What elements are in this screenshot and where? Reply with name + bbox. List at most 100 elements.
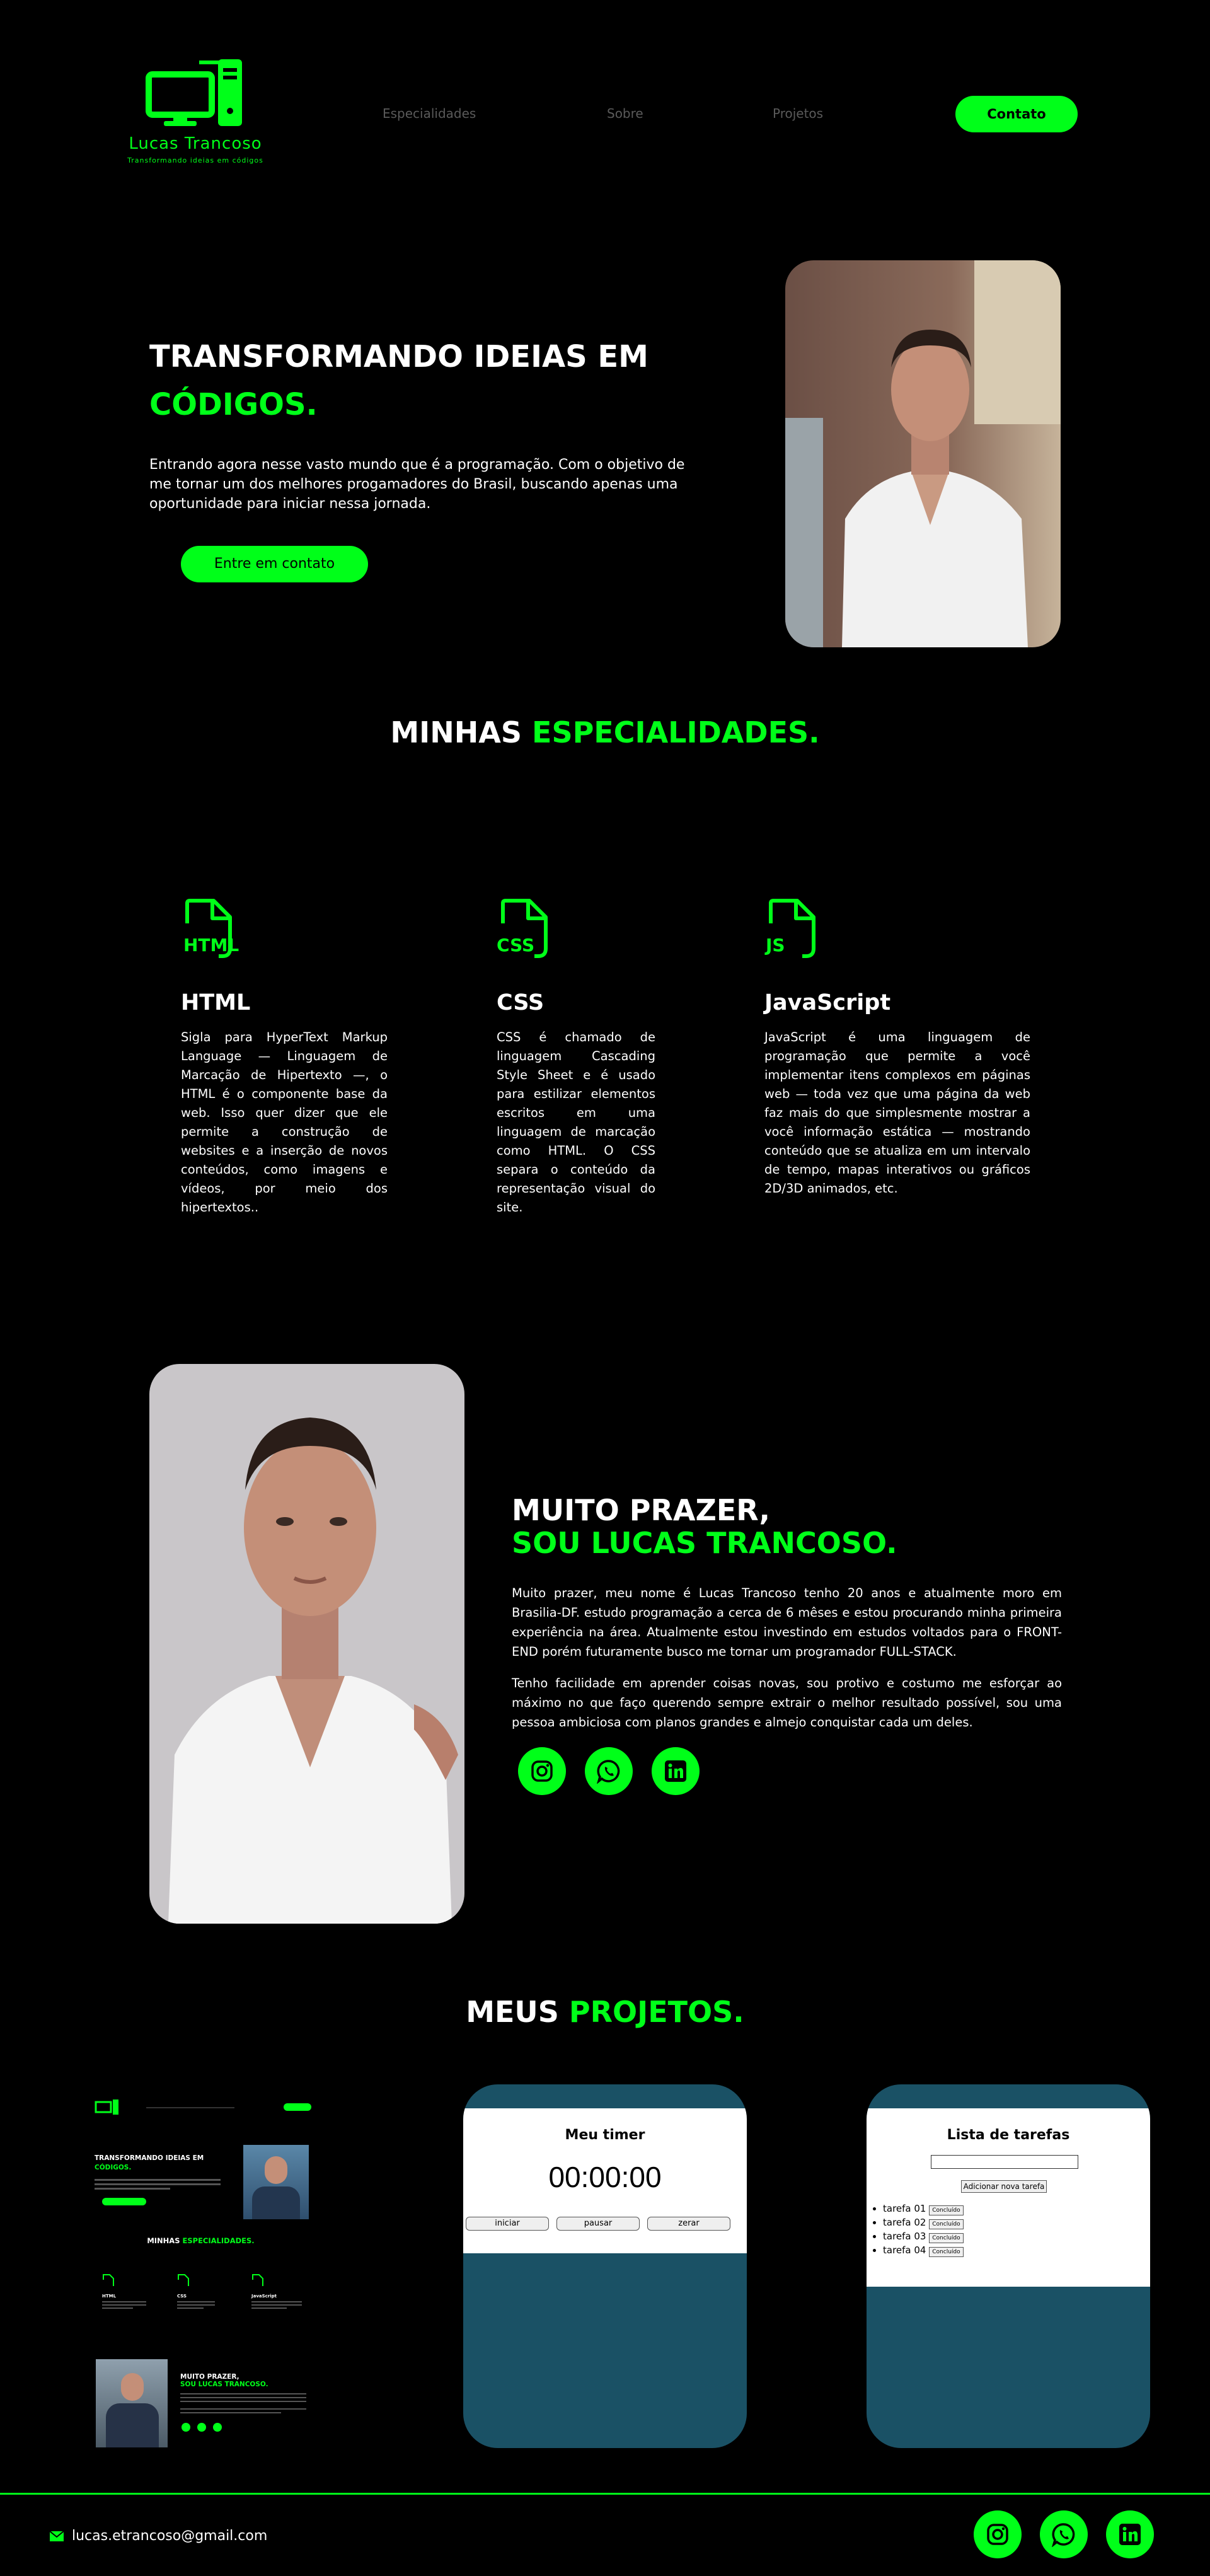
- todo-item: tarefa 01 Concluído: [883, 2202, 964, 2215]
- todo-item: tarefa 04 Concluído: [883, 2243, 964, 2257]
- mini-spec-name: JavaScript: [251, 2294, 277, 2299]
- mini-spec-name: HTML: [102, 2294, 117, 2299]
- mini-logo-icon: [95, 2099, 118, 2115]
- hero-text: Entrando agora nesse vasto mundo que é a…: [149, 457, 685, 512]
- logo[interactable]: Lucas Trancoso Transformando ideias em c…: [120, 55, 271, 169]
- todo-item-label: tarefa 01: [883, 2203, 926, 2214]
- mini-about-line2: SOU LUCAS TRANCOSO.: [180, 2381, 268, 2388]
- mini-hero-line2: CÓDIGOS.: [95, 2164, 132, 2171]
- mini-about-photo: [96, 2359, 168, 2447]
- footer-instagram-button[interactable]: [974, 2510, 1022, 2558]
- whatsapp-icon: [1052, 2523, 1075, 2547]
- hero-title: TRANSFORMANDO IDEIAS EM CÓDIGOS.: [149, 333, 648, 429]
- hero-photo: [785, 260, 1061, 647]
- about-title-line1: MUITO PRAZER,: [512, 1493, 771, 1527]
- mini-spec-title: MINHAS ESPECIALIDADES.: [83, 2236, 318, 2245]
- todo-done-button[interactable]: Concluído: [929, 2205, 964, 2215]
- spec-name: CSS: [497, 990, 544, 1015]
- timer-reset-button[interactable]: zerar: [647, 2217, 730, 2231]
- todo-item-label: tarefa 02: [883, 2217, 926, 2228]
- mini-hero-text: [95, 2179, 221, 2190]
- footer-email-text[interactable]: lucas.etrancoso@gmail.com: [72, 2528, 267, 2544]
- contact-button[interactable]: Contato: [955, 96, 1078, 132]
- timer-title: Meu timer: [565, 2127, 645, 2143]
- mini-hero-title: TRANSFORMANDO IDEIAS EM CÓDIGOS.: [95, 2154, 204, 2173]
- spec-text: Sigla para HyperText Markup Language — L…: [181, 1030, 388, 1215]
- nav-projetos[interactable]: Projetos: [773, 106, 823, 121]
- mini-contact-button: [284, 2103, 311, 2111]
- projects-title-white: MEUS: [466, 1995, 559, 2029]
- mini-file-icon: [252, 2274, 263, 2286]
- hero-title-line1: TRANSFORMANDO IDEIAS EM: [149, 339, 648, 374]
- mini-about-title: MUITO PRAZER, SOU LUCAS TRANCOSO.: [180, 2373, 268, 2388]
- footer-email[interactable]: lucas.etrancoso@gmail.com: [49, 2528, 267, 2544]
- mini-spec-css: CSS: [177, 2273, 215, 2309]
- spec-icon-label: HTML: [183, 935, 239, 956]
- footer-divider: [0, 2493, 1210, 2495]
- about-paragraph-2: Tenho facilidade em aprender coisas nova…: [512, 1676, 1062, 1730]
- spec-name: JavaScript: [764, 990, 891, 1015]
- whatsapp-button[interactable]: [585, 1747, 633, 1795]
- projects-title-green: PROJETOS.: [568, 1995, 744, 2029]
- mail-icon: [49, 2531, 64, 2541]
- spec-text: JavaScript é uma linguagem de programaçã…: [764, 1030, 1030, 1196]
- footer-whatsapp-button[interactable]: [1040, 2510, 1088, 2558]
- about-title-line2: SOU LUCAS TRANCOSO.: [512, 1526, 897, 1560]
- mini-about-line1: MUITO PRAZER,: [180, 2373, 239, 2381]
- logo-tagline: Transformando ideias em códigos: [127, 156, 263, 165]
- timer-screen: Meu timer 00:00:00 iniciar pausar zerar: [463, 2108, 747, 2253]
- spec-text: CSS é chamado de linguagem Cascading Sty…: [497, 1030, 655, 1215]
- todo-done-button[interactable]: Concluído: [929, 2219, 964, 2229]
- site-header: Lucas Trancoso Transformando ideias em c…: [0, 0, 1210, 202]
- mini-file-icon: [103, 2274, 114, 2286]
- specialty-css: CSS CSS CSS é chamado de linguagem Casca…: [497, 898, 655, 1217]
- about-photo: [149, 1364, 464, 1924]
- todo-item: tarefa 02 Concluído: [883, 2215, 964, 2229]
- timer-display: 00:00:00: [548, 2161, 662, 2193]
- todo-item: tarefa 03 Concluído: [883, 2229, 964, 2243]
- nav-especialidades[interactable]: Especialidades: [383, 106, 476, 121]
- linkedin-icon: [665, 1760, 686, 1782]
- todo-done-button[interactable]: Concluído: [929, 2247, 964, 2257]
- mini-spec-name: CSS: [177, 2294, 187, 2299]
- todo-item-label: tarefa 03: [883, 2231, 926, 2242]
- monitor-icon: [146, 59, 242, 126]
- instagram-button[interactable]: [518, 1747, 566, 1795]
- specialty-javascript: JS JavaScript JavaScript é uma linguagem…: [764, 898, 1030, 1198]
- todo-done-button[interactable]: Concluído: [929, 2233, 964, 2243]
- todo-list: tarefa 01 Concluído tarefa 02 Concluído …: [883, 2202, 964, 2257]
- project-timer[interactable]: Meu timer 00:00:00 iniciar pausar zerar: [463, 2084, 747, 2448]
- footer-linkedin-button[interactable]: [1106, 2510, 1154, 2558]
- linkedin-button[interactable]: [652, 1747, 700, 1795]
- projects-title: MEUS PROJETOS.: [0, 1995, 1210, 2029]
- about-title: MUITO PRAZER, SOU LUCAS TRANCOSO.: [512, 1494, 897, 1559]
- mini-hero-line1: TRANSFORMANDO IDEIAS EM: [95, 2154, 204, 2162]
- mini-file-icon: [178, 2274, 189, 2286]
- instagram-icon: [987, 2524, 1008, 2545]
- todo-add-button[interactable]: Adicionar nova tarefa: [961, 2180, 1047, 2193]
- mini-hero-button: [102, 2198, 146, 2205]
- mini-social: [182, 2422, 222, 2434]
- about-paragraph-1: Muito prazer, meu nome é Lucas Trancoso …: [512, 1586, 1062, 1659]
- mini-spec-title-white: MINHAS: [147, 2236, 180, 2245]
- project-portfolio-preview[interactable]: TRANSFORMANDO IDEIAS EM CÓDIGOS. MINHAS …: [83, 2089, 318, 2453]
- nav-sobre[interactable]: Sobre: [607, 106, 643, 121]
- todo-item-label: tarefa 04: [883, 2244, 926, 2256]
- mini-spec-js: JavaScript: [251, 2273, 302, 2309]
- instagram-icon: [531, 1760, 553, 1782]
- hero-title-line2: CÓDIGOS.: [149, 387, 318, 422]
- todo-input[interactable]: [931, 2155, 1078, 2169]
- todo-title: Lista de tarefas: [947, 2127, 1070, 2143]
- specialties-title-white: MINHAS: [390, 715, 522, 749]
- timer-pause-button[interactable]: pausar: [556, 2217, 640, 2231]
- linkedin-icon: [1119, 2524, 1141, 2545]
- hero-contact-button[interactable]: Entre em contato: [181, 546, 368, 582]
- specialties-title: MINHAS ESPECIALIDADES.: [0, 715, 1210, 749]
- todo-screen: Lista de tarefas Adicionar nova tarefa t…: [867, 2108, 1150, 2287]
- project-todo-list[interactable]: Lista de tarefas Adicionar nova tarefa t…: [867, 2084, 1150, 2448]
- timer-start-button[interactable]: iniciar: [466, 2217, 549, 2231]
- specialty-html: HTML HTML Sigla para HyperText Markup La…: [181, 898, 388, 1217]
- spec-icon-label: JS: [766, 935, 785, 956]
- specialties-title-green: ESPECIALIDADES.: [532, 715, 820, 749]
- whatsapp-icon: [597, 1760, 620, 1784]
